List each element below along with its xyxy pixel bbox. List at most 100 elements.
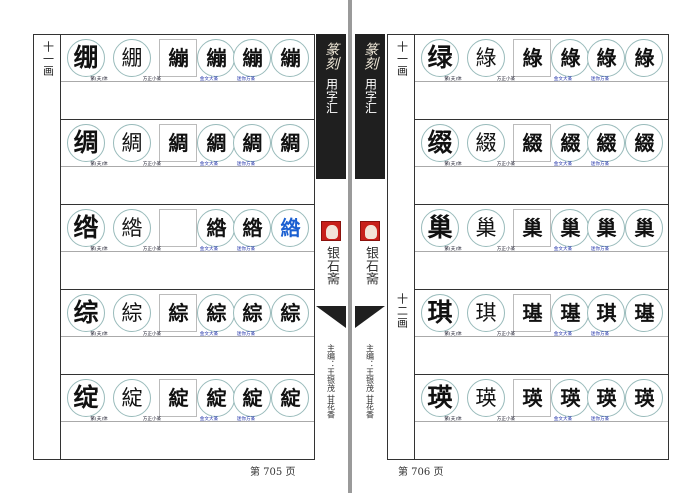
glyph-char: 巢 bbox=[475, 216, 497, 240]
font-caption-traditional: 繁(夫)体 bbox=[444, 332, 462, 337]
seal-script-glyph: 瑛 bbox=[513, 379, 551, 417]
spine-editors: 主编：王银茂 甘花香 bbox=[316, 344, 346, 421]
font-caption-fangzheng: 方正小篆 bbox=[142, 332, 162, 337]
seal-script-glyph: 綴 bbox=[587, 124, 625, 162]
font-caption-fangzheng: 方正小篆 bbox=[496, 162, 516, 167]
seal-script-glyph: 綴 bbox=[513, 124, 551, 162]
seal-script-glyph: 綠 bbox=[587, 39, 625, 77]
simplified-glyph: 绷 bbox=[67, 39, 105, 77]
glyph-char: 巢 bbox=[522, 216, 543, 240]
glyph-char: 琪 bbox=[596, 301, 617, 325]
traditional-glyph: 綠 bbox=[467, 39, 505, 77]
right-page-frame: 十一画 十二画 绿綠綠綠綠綠繁(夫)体 方正小篆 金文大篆 迷你方篆缀綴綴綴綴綴繁(夫… bbox=[387, 34, 669, 460]
font-caption-jinhuai: 迷你方篆 bbox=[590, 417, 610, 422]
left-category-column: 十一画 bbox=[34, 35, 61, 459]
spine-calligraphy-title: 篆刻 bbox=[323, 42, 339, 70]
glyph-char: 綹 bbox=[206, 216, 227, 240]
glyph-char: 巢 bbox=[634, 216, 655, 240]
category-label: 十一画 bbox=[34, 41, 61, 80]
category-label-2: 十二画 bbox=[388, 293, 415, 332]
glyph-char: 绺 bbox=[73, 213, 99, 242]
publisher-text: 银石斋 bbox=[324, 246, 339, 285]
category-label-1: 十一画 bbox=[388, 41, 415, 80]
glyph-char: 绽 bbox=[73, 383, 99, 412]
seal-script-glyph: 綹 bbox=[197, 209, 235, 247]
glyph-char: 瑛 bbox=[596, 386, 617, 410]
glyph-char: 綠 bbox=[634, 46, 655, 70]
glyph-row: 巢巢巢巢巢巢繁(夫)体 方正小篆 金文大篆 迷你方篆 bbox=[415, 205, 668, 290]
right-page: 篆刻 用字汇 银石斋 主编：王银茂 甘花香 十一画 十二画 绿 綠 綠 綠 綠 … bbox=[352, 0, 700, 493]
font-caption-jinhuai: 迷你方篆 bbox=[590, 77, 610, 82]
glyph-char: 綜 bbox=[168, 301, 189, 325]
font-caption-jinhuai: 迷你方篆 bbox=[236, 332, 256, 337]
seal-script-glyph: 瑛 bbox=[587, 379, 625, 417]
glyph-char: 綠 bbox=[475, 46, 497, 70]
glyph-char: 綻 bbox=[206, 386, 227, 410]
glyph-char: 綳 bbox=[121, 46, 143, 70]
font-caption-jinhuai: 迷你方篆 bbox=[590, 162, 610, 167]
glyph-char: 繃 bbox=[168, 46, 189, 70]
glyph-char: 綢 bbox=[121, 131, 143, 155]
glyph-row: 绷綳繃繃繃繃繁(夫)体 方正小篆 金文大篆 迷你方篆 bbox=[61, 35, 314, 120]
traditional-glyph: 綜 bbox=[113, 294, 151, 332]
traditional-glyph: 琪 bbox=[467, 294, 505, 332]
glyph-char: 巢 bbox=[560, 216, 581, 240]
category-text: 十一画 bbox=[41, 41, 55, 77]
glyph-char: 瑛 bbox=[427, 383, 453, 412]
font-caption-fangzheng: 方正小篆 bbox=[142, 162, 162, 167]
glyph-char: 繃 bbox=[280, 46, 301, 70]
glyph-char: 繃 bbox=[242, 46, 263, 70]
glyph-row: 绿綠綠綠綠綠繁(夫)体 方正小篆 金文大篆 迷你方篆 bbox=[415, 35, 668, 120]
publisher-text: 银石斋 bbox=[363, 246, 378, 285]
editors-text: 主编：王银茂 甘花香 bbox=[365, 344, 375, 419]
font-caption-fangzheng: 方正小篆 bbox=[142, 417, 162, 422]
glyph-char: 綻 bbox=[168, 386, 189, 410]
seal-script-glyph: 綹 bbox=[271, 209, 309, 247]
seal-script-glyph: 綴 bbox=[625, 124, 663, 162]
glyph-char: 綜 bbox=[242, 301, 263, 325]
seal-script-glyph: 綠 bbox=[551, 39, 589, 77]
font-caption-fangzheng: 方正小篆 bbox=[496, 417, 516, 422]
seal-script-glyph: 綠 bbox=[625, 39, 663, 77]
glyph-char: 瑛 bbox=[560, 386, 581, 410]
traditional-glyph: 綹 bbox=[113, 209, 151, 247]
traditional-glyph: 綴 bbox=[467, 124, 505, 162]
font-caption-traditional: 繁(夫)体 bbox=[90, 77, 108, 82]
simplified-glyph: 琪 bbox=[421, 294, 459, 332]
left-page: 十一画 绷綳繃繃繃繃繁(夫)体 方正小篆 金文大篆 迷你方篆绸綢綢綢綢綢繁(夫)体 方正… bbox=[0, 0, 348, 493]
traditional-glyph: 綳 bbox=[113, 39, 151, 77]
left-glyph-rows: 绷綳繃繃繃繃繁(夫)体 方正小篆 金文大篆 迷你方篆绸綢綢綢綢綢繁(夫)体 方正小篆 金文… bbox=[61, 35, 314, 460]
traditional-glyph: 綢 bbox=[113, 124, 151, 162]
seal-script-glyph: 繃 bbox=[197, 39, 235, 77]
glyph-char: 巢 bbox=[596, 216, 617, 240]
category-text: 十二画 bbox=[395, 293, 409, 329]
seal-script-glyph bbox=[159, 209, 197, 247]
glyph-char: 瑛 bbox=[634, 386, 655, 410]
seal-script-glyph: 巢 bbox=[551, 209, 589, 247]
seal-script-glyph: 璂 bbox=[551, 294, 589, 332]
glyph-char: 璂 bbox=[522, 301, 543, 325]
spine-publisher: 银石斋 bbox=[355, 246, 385, 290]
glyph-char: 绸 bbox=[73, 128, 99, 157]
seal-script-glyph: 綜 bbox=[159, 294, 197, 332]
seal-script-glyph: 綹 bbox=[233, 209, 271, 247]
seal-script-glyph: 綜 bbox=[233, 294, 271, 332]
glyph-char: 綢 bbox=[206, 131, 227, 155]
glyph-row: 绺綹綹綹綹繁(夫)体 方正小篆 金文大篆 迷你方篆 bbox=[61, 205, 314, 290]
glyph-char: 綹 bbox=[121, 216, 143, 240]
seal-script-glyph: 綜 bbox=[197, 294, 235, 332]
simplified-glyph: 绽 bbox=[67, 379, 105, 417]
glyph-char: 繃 bbox=[206, 46, 227, 70]
glyph-char: 璂 bbox=[560, 301, 581, 325]
glyph-char: 琪 bbox=[475, 301, 497, 325]
seal-script-glyph: 璂 bbox=[513, 294, 551, 332]
glyph-char: 綜 bbox=[280, 301, 301, 325]
glyph-row: 琪琪璂璂琪璂繁(夫)体 方正小篆 金文大篆 迷你方篆 bbox=[415, 290, 668, 375]
glyph-char: 綴 bbox=[634, 131, 655, 155]
seal-script-glyph: 綢 bbox=[197, 124, 235, 162]
spine-subtitle: 用字汇 bbox=[363, 78, 378, 114]
glyph-row: 绽綻綻綻綻綻繁(夫)体 方正小篆 金文大篆 迷你方篆 bbox=[61, 375, 314, 460]
glyph-char: 綜 bbox=[121, 301, 143, 325]
seal-script-glyph: 綻 bbox=[197, 379, 235, 417]
glyph-char: 綻 bbox=[280, 386, 301, 410]
